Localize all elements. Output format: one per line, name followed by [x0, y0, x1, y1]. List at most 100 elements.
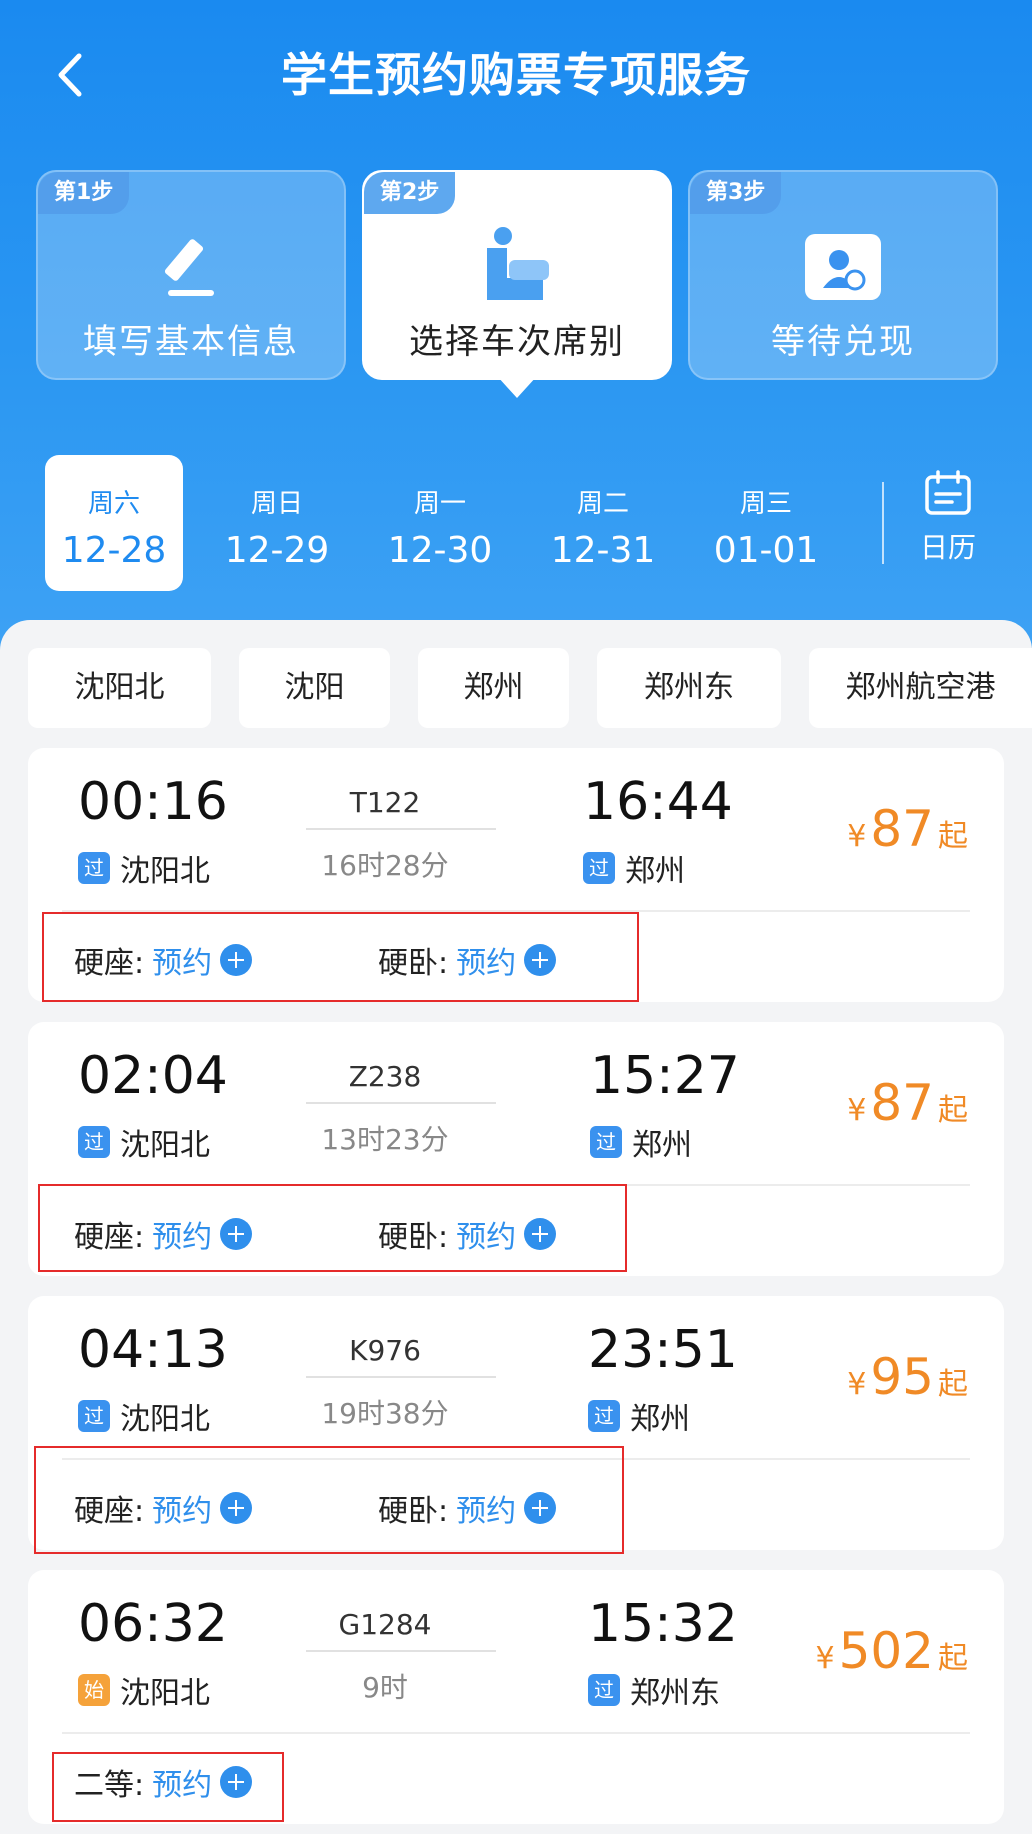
step-label: 填写基本信息 [83, 322, 299, 362]
arrival-time: 23:51 [588, 1320, 738, 1380]
pass-badge: 过 [583, 852, 615, 884]
station-name: 郑州 [630, 1402, 690, 1437]
train-number: T122 [349, 786, 421, 819]
arrival-time: 15:27 [590, 1046, 740, 1106]
train-number: Z238 [348, 1060, 422, 1093]
train-number: K976 [349, 1334, 421, 1367]
departure-time: 00:16 [78, 772, 228, 832]
departure-station: 始 沈阳北 [78, 1672, 210, 1711]
station-name: 沈阳北 [120, 1402, 210, 1437]
pass-badge: 过 [590, 1126, 622, 1158]
route-line [306, 1102, 496, 1104]
highlight-box [52, 1752, 284, 1822]
price: ¥87 起 [847, 800, 968, 858]
pass-badge: 过 [78, 1400, 110, 1432]
pass-badge: 过 [588, 1674, 620, 1706]
departure-station: 过 沈阳北 [78, 1398, 210, 1437]
price: ¥502 起 [815, 1622, 968, 1680]
station-name: 沈阳北 [120, 854, 210, 889]
price-value: 87 [870, 800, 934, 858]
price-suffix: 起 [938, 819, 968, 854]
price-suffix: 起 [938, 1367, 968, 1402]
trip-duration: 13时23分 [321, 1123, 449, 1156]
departure-time: 04:13 [78, 1320, 228, 1380]
date-tab-12-30[interactable]: 周一 12-30 [371, 455, 509, 591]
price: ¥87 起 [847, 1074, 968, 1132]
date-tab-date: 12-31 [550, 530, 656, 571]
date-tab-12-28[interactable]: 周六 12-28 [45, 455, 183, 591]
pass-badge: 过 [588, 1400, 620, 1432]
route-line [306, 1650, 496, 1652]
price-value: 502 [838, 1622, 934, 1680]
date-tab-01-01[interactable]: 周三 01-01 [697, 455, 835, 591]
step-2-card[interactable]: 第2步 选择车次席别 [362, 170, 672, 398]
trip-duration: 16时28分 [321, 849, 449, 882]
currency-symbol: ¥ [847, 1367, 867, 1402]
price-value: 95 [870, 1348, 934, 1406]
arrival-time: 16:44 [583, 772, 733, 832]
trip-duration: 9时 [362, 1671, 408, 1704]
arrival-station: 过 郑州 [588, 1398, 690, 1437]
currency-symbol: ¥ [815, 1641, 835, 1676]
station-name: 沈阳北 [120, 1676, 210, 1711]
pass-badge: 过 [78, 852, 110, 884]
price-suffix: 起 [938, 1641, 968, 1676]
calendar-icon [925, 470, 971, 515]
station-name: 郑州东 [630, 1676, 720, 1711]
station-name: 郑州 [625, 854, 685, 889]
arrival-time: 15:32 [588, 1594, 738, 1654]
highlight-box [42, 912, 639, 1002]
step-tag: 第3步 [690, 172, 782, 214]
date-tab-weekday: 周二 [576, 489, 629, 519]
step-pointer [497, 376, 537, 398]
arrival-station: 过 郑州 [590, 1124, 692, 1163]
ticket-icon [798, 222, 888, 312]
origin-badge: 始 [78, 1674, 110, 1706]
calendar-button[interactable]: 日历 [900, 470, 996, 580]
divider [62, 1732, 970, 1734]
date-tab-weekday: 周三 [739, 489, 792, 519]
step-1-card[interactable]: 第1步 填写基本信息 [36, 170, 346, 380]
currency-symbol: ¥ [847, 1093, 867, 1128]
station-name: 沈阳北 [120, 1128, 210, 1163]
price-suffix: 起 [938, 1093, 968, 1128]
station-chip-shenyang[interactable]: 沈阳 [239, 648, 390, 728]
date-tab-weekday: 周六 [87, 489, 140, 519]
calendar-label: 日历 [919, 531, 976, 564]
step-3-card[interactable]: 第3步 等待兑现 [688, 170, 998, 380]
highlight-box [38, 1184, 627, 1272]
date-tab-12-29[interactable]: 周日 12-29 [208, 455, 346, 591]
highlight-box [34, 1446, 624, 1554]
step-tag: 第1步 [38, 172, 130, 214]
seat-icon [472, 222, 562, 312]
date-tab-weekday: 周日 [250, 489, 303, 519]
departure-time: 06:32 [78, 1594, 228, 1654]
station-chip-zhengzhou[interactable]: 郑州 [418, 648, 569, 728]
station-chip-zhengzhouhangkonggang[interactable]: 郑州航空港 [809, 648, 1032, 728]
date-tab-12-31[interactable]: 周二 12-31 [534, 455, 672, 591]
date-tab-date: 12-30 [387, 530, 493, 571]
date-tab-date: 12-28 [61, 530, 167, 571]
station-chip-shenyangbei[interactable]: 沈阳北 [28, 648, 211, 728]
divider [882, 482, 884, 564]
route-line [306, 1376, 496, 1378]
departure-time: 02:04 [78, 1046, 228, 1106]
date-tab-weekday: 周一 [413, 489, 466, 519]
price: ¥95 起 [847, 1348, 968, 1406]
departure-station: 过 沈阳北 [78, 850, 210, 889]
arrival-station: 过 郑州 [583, 850, 685, 889]
price-value: 87 [870, 1074, 934, 1132]
currency-symbol: ¥ [847, 819, 867, 854]
page-title: 学生预约购票专项服务 [281, 48, 751, 102]
pass-badge: 过 [78, 1126, 110, 1158]
station-name: 郑州 [632, 1128, 692, 1163]
pencil-icon [146, 222, 236, 312]
step-label: 等待兑现 [771, 322, 915, 362]
date-tab-date: 12-29 [224, 530, 330, 571]
date-tab-date: 01-01 [713, 530, 819, 571]
train-number: G1284 [338, 1608, 432, 1641]
station-chip-zhengzhoudong[interactable]: 郑州东 [597, 648, 781, 728]
route-line [306, 828, 496, 830]
step-label: 选择车次席别 [409, 322, 625, 362]
arrival-station: 过 郑州东 [588, 1672, 720, 1711]
